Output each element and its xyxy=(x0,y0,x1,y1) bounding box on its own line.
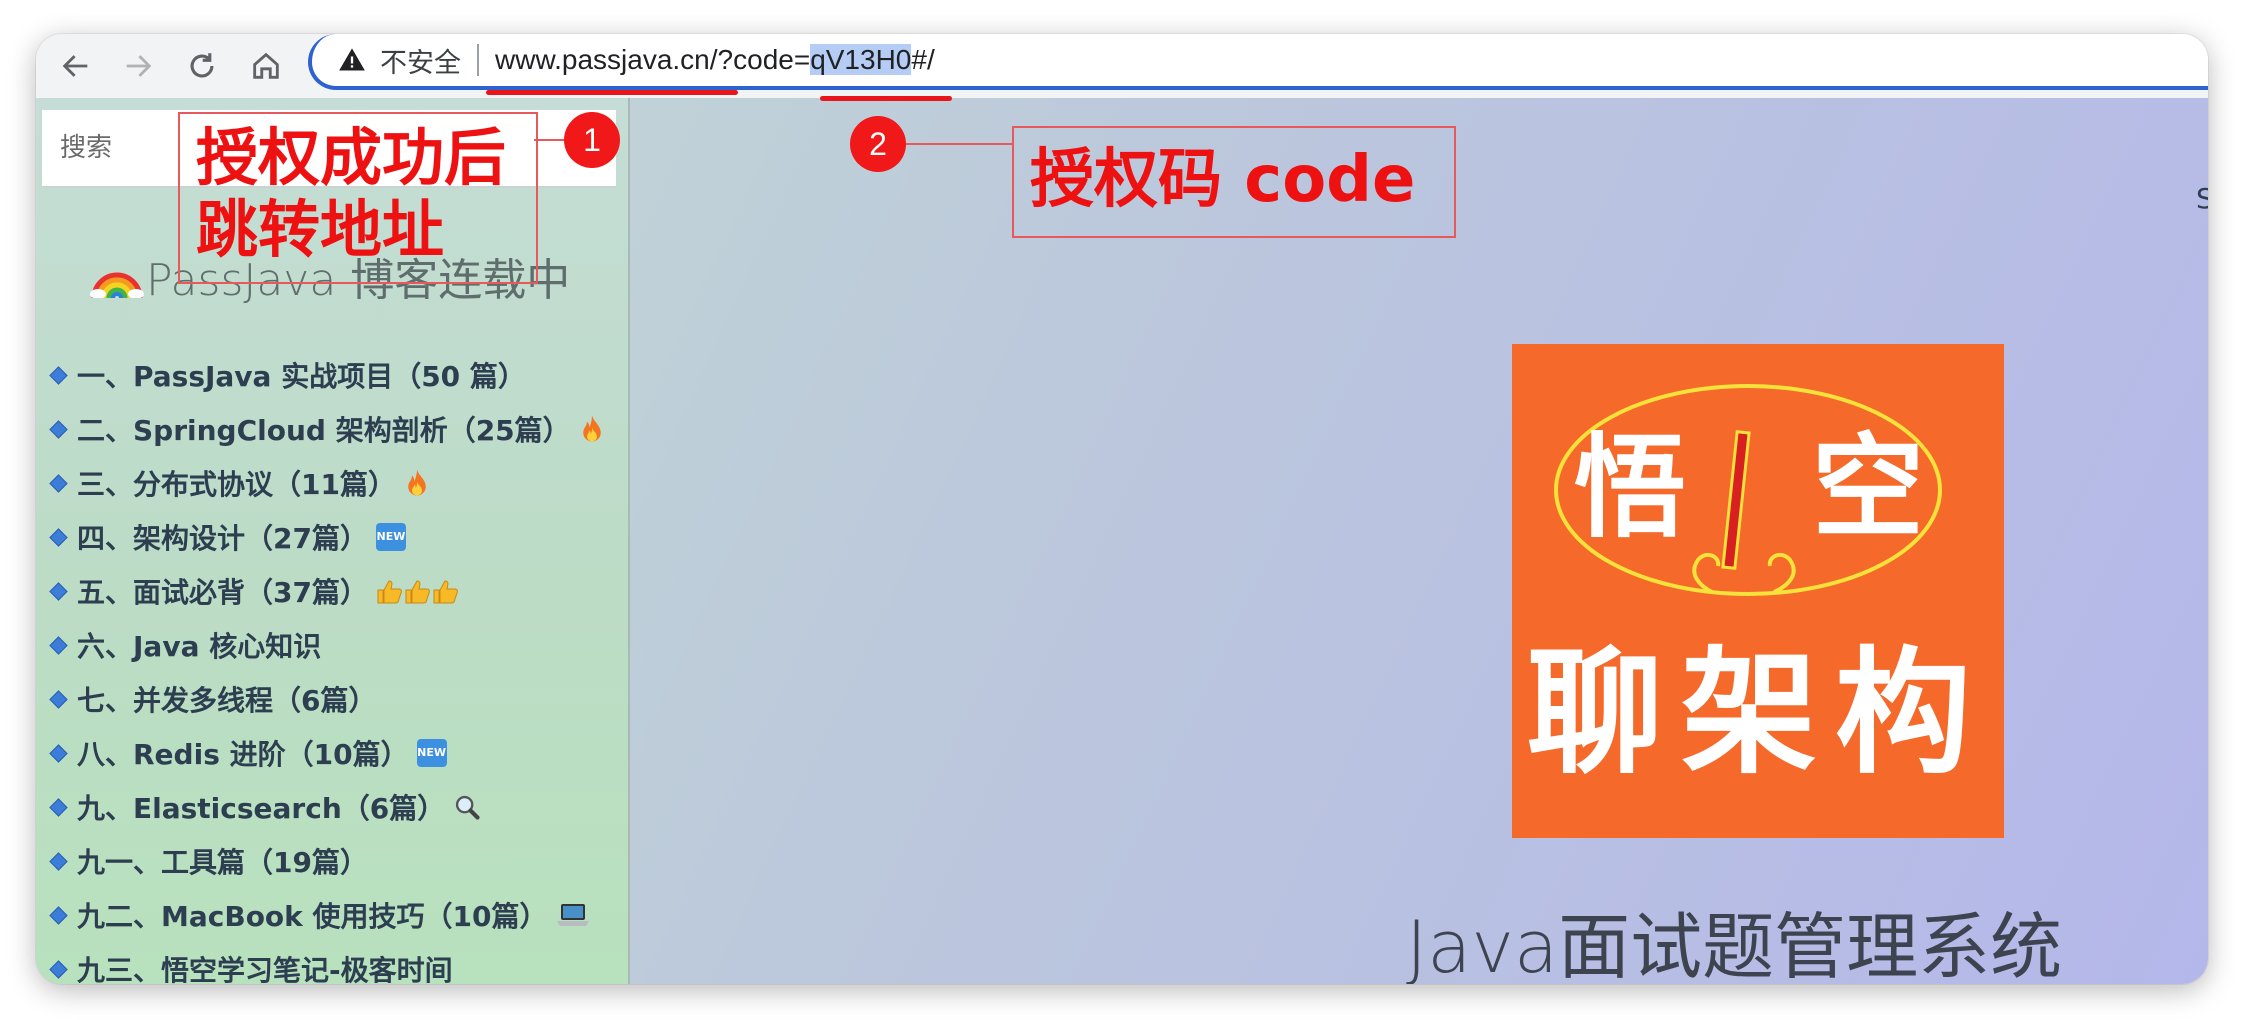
home-button[interactable] xyxy=(240,40,292,92)
arrow-right-icon xyxy=(126,55,152,77)
back-button[interactable] xyxy=(50,40,102,92)
note1-text: 授权成功后 跳转地址 xyxy=(196,122,506,266)
diamond-bullet-icon xyxy=(49,905,68,925)
note1-line1: 授权成功后 xyxy=(196,121,507,194)
note2-text: 授权码 code xyxy=(1030,143,1416,217)
toc-item-label: 一、PassJava 实战项目（50 篇） xyxy=(77,360,526,393)
fire-icon xyxy=(404,468,430,498)
note2-connector xyxy=(906,143,1012,145)
toc-item-label: 五、面试必背（37篇） xyxy=(77,576,368,609)
url-host-underline xyxy=(486,90,738,95)
toc-item-label: 九三、悟空学习笔记-极客时间 xyxy=(77,954,453,984)
laptop-icon xyxy=(556,900,590,930)
toc-item-label: 三、分布式协议（11篇） xyxy=(77,468,396,501)
separator xyxy=(477,44,479,76)
home-icon xyxy=(253,52,279,79)
toc-item[interactable]: 九、Elasticsearch（6篇） xyxy=(49,780,605,834)
toc-item-label: 六、Java 核心知识 xyxy=(77,630,322,663)
url-suffix: #/ xyxy=(911,44,935,75)
diamond-bullet-icon xyxy=(49,689,68,709)
note1-line2: 跳转地址 xyxy=(196,193,445,266)
note1-number-badge: 1 xyxy=(564,112,620,168)
logo-top-left-text: 悟 xyxy=(1574,423,1686,553)
wukong-logo: 悟 空 聊架构 xyxy=(1512,344,2004,838)
warning-icon xyxy=(339,48,365,71)
new-badge-icon: NEW xyxy=(375,523,406,551)
fire-icon xyxy=(579,414,605,444)
toc-item-label: 四、架构设计（27篇） xyxy=(77,522,368,555)
toc-item-label: 九、Elasticsearch（6篇） xyxy=(77,792,446,825)
diamond-bullet-icon xyxy=(49,473,68,493)
diamond-bullet-icon xyxy=(49,419,68,439)
note1-connector xyxy=(534,139,566,141)
url-query-prefix: /?code= xyxy=(709,44,811,75)
rainbow-icon xyxy=(90,272,144,298)
toc-item-label: 九一、工具篇（19篇） xyxy=(77,846,368,879)
note2-number-badge: 2 xyxy=(850,116,906,172)
toc-item[interactable]: 三、分布式协议（11篇） xyxy=(49,456,605,510)
diamond-bullet-icon xyxy=(49,527,68,547)
toc-item[interactable]: 一、PassJava 实战项目（50 篇） xyxy=(49,348,605,402)
toc-item[interactable]: 五、面试必背（37篇） xyxy=(49,564,605,618)
url-code: qV13H0 xyxy=(810,44,912,75)
diamond-bullet-icon xyxy=(49,851,68,871)
reload-icon xyxy=(190,53,214,78)
diamond-bullet-icon xyxy=(49,581,68,601)
toc-item[interactable]: 四、架构设计（27篇） NEW xyxy=(49,510,605,564)
magnifier-icon xyxy=(453,792,481,822)
url-host: www.passjava.cn xyxy=(495,44,710,75)
thumbs-up-icon xyxy=(376,576,460,606)
toc-item-label: 八、Redis 进阶（10篇） xyxy=(77,738,409,771)
toc-item[interactable]: 九三、悟空学习笔记-极客时间 xyxy=(49,942,605,984)
url-code-underline xyxy=(820,96,952,101)
diamond-bullet-icon xyxy=(49,743,68,763)
toc-item-label: 二、SpringCloud 架构剖析（25篇） xyxy=(77,414,571,447)
edge-text: S xyxy=(2196,182,2208,215)
toc-item[interactable]: 九一、工具篇（19篇） xyxy=(49,834,605,888)
toc-item[interactable]: 二、SpringCloud 架构剖析（25篇） xyxy=(49,402,605,456)
toc-item-label: 七、并发多线程（6篇） xyxy=(77,684,377,717)
page-title: Java面试题管理系统 xyxy=(1406,905,2063,984)
url-text[interactable]: www.passjava.cn/?code=qV13H0#/ xyxy=(495,44,935,76)
new-badge-icon: NEW xyxy=(416,739,447,767)
toc-item-label: 九二、MacBook 使用技巧（10篇） xyxy=(77,900,548,933)
toc-list: 一、PassJava 实战项目（50 篇） 二、SpringCloud 架构剖析… xyxy=(49,348,605,984)
toc-item[interactable]: 六、Java 核心知识 xyxy=(49,618,605,672)
diamond-bullet-icon xyxy=(49,635,68,655)
forward-button[interactable] xyxy=(112,40,164,92)
arrow-left-icon xyxy=(62,55,88,77)
diamond-bullet-icon xyxy=(49,797,68,817)
diamond-bullet-icon xyxy=(49,365,68,385)
security-label[interactable]: 不安全 xyxy=(380,41,461,80)
reload-button[interactable] xyxy=(176,40,228,92)
logo-bottom-text: 聊架构 xyxy=(1527,635,1989,793)
logo-top-right-text: 空 xyxy=(1812,423,1924,553)
diamond-bullet-icon xyxy=(49,959,68,979)
toc-item[interactable]: 七、并发多线程（6篇） xyxy=(49,672,605,726)
address-bar[interactable]: 不安全 www.passjava.cn/?code=qV13H0#/ xyxy=(308,34,2208,90)
browser-toolbar: 不安全 www.passjava.cn/?code=qV13H0#/ xyxy=(36,34,2208,98)
toc-item[interactable]: 九二、MacBook 使用技巧（10篇） xyxy=(49,888,605,942)
toc-item[interactable]: 八、Redis 进阶（10篇） NEW xyxy=(49,726,605,780)
